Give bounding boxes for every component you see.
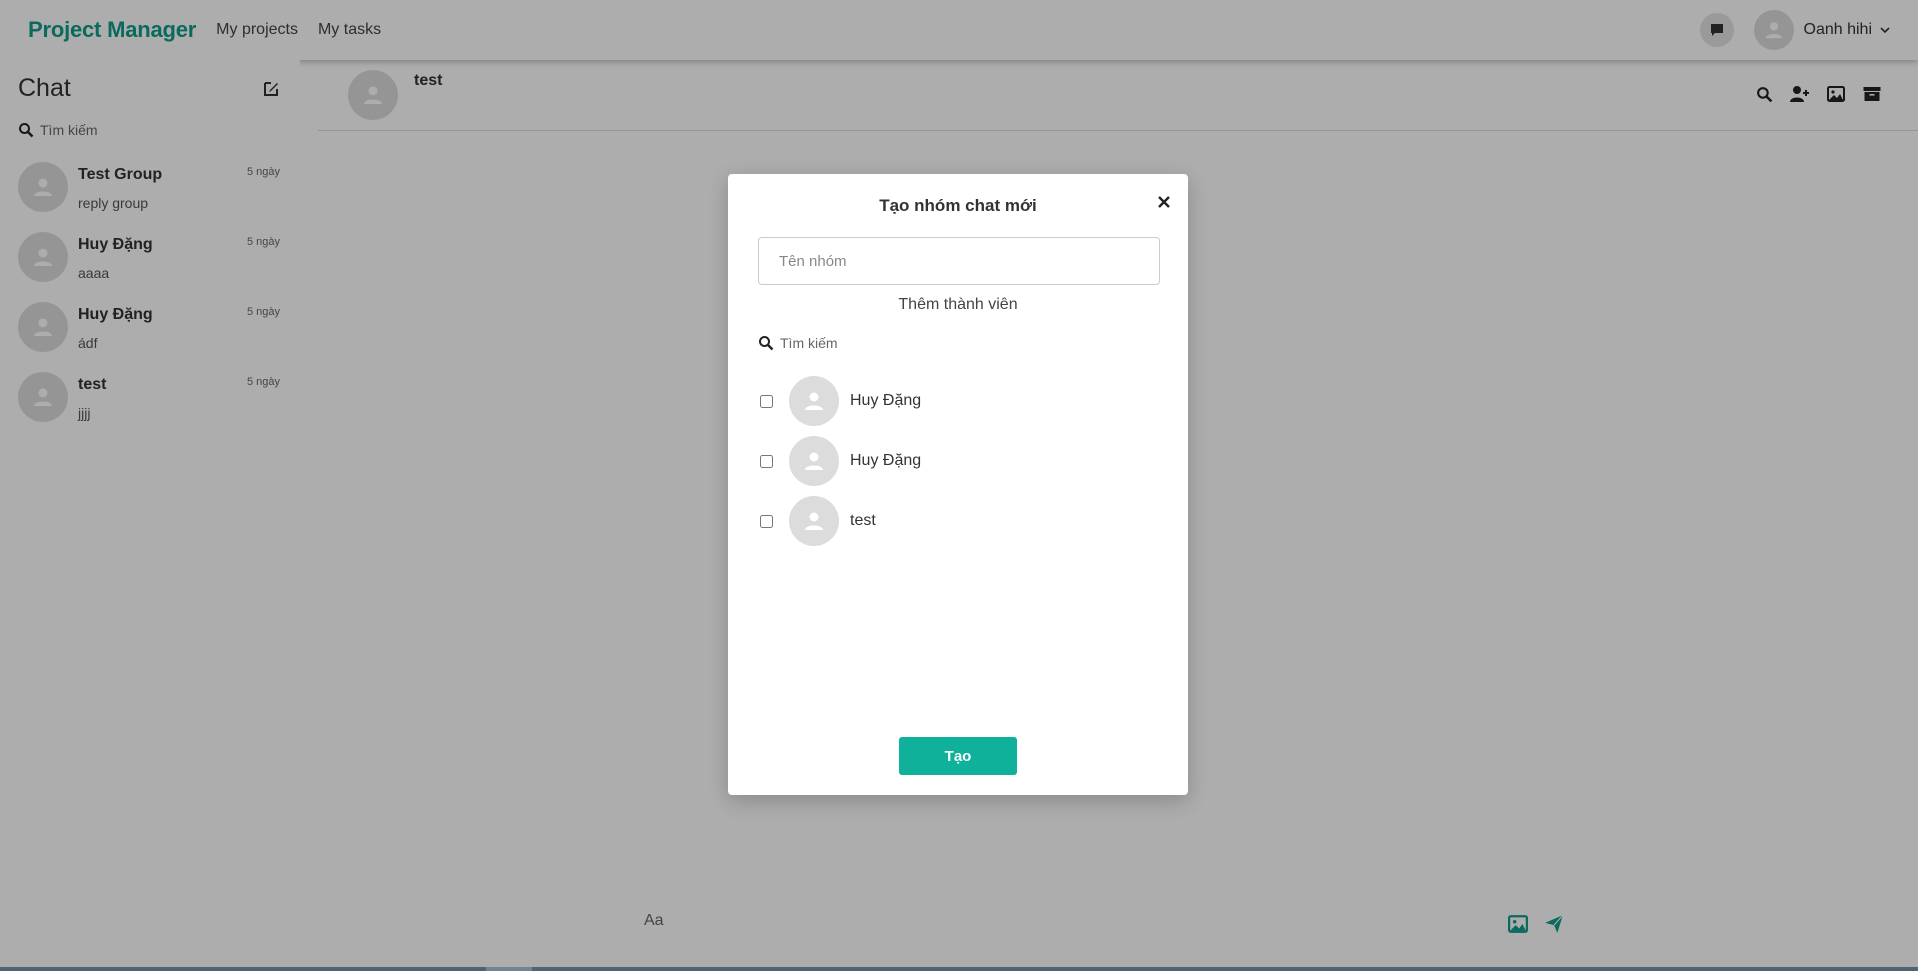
group-name-input[interactable] [758,237,1160,285]
member-name: test [850,512,876,529]
member-row: test [758,496,1158,548]
create-group-modal: Tạo nhóm chat mới Thêm thành viên Tìm ki… [728,174,1188,795]
member-checkbox[interactable] [760,515,773,528]
member-search[interactable]: Tìm kiếm [758,335,838,351]
avatar [789,496,839,546]
avatar [789,436,839,486]
member-row: Huy Đặng [758,376,1158,428]
add-members-label: Thêm thành viên [898,296,1018,313]
create-group-button[interactable]: Tạo [899,737,1017,775]
close-button[interactable] [1156,194,1172,210]
member-checkbox[interactable] [760,455,773,468]
member-row: Huy Đặng [758,436,1158,488]
user-avatar-icon [805,392,823,410]
search-icon [759,336,774,351]
user-avatar-icon [805,452,823,470]
member-name: Huy Đặng [850,452,922,469]
member-name: Huy Đặng [850,392,922,409]
modal-title: Tạo nhóm chat mới [879,196,1037,215]
bottom-strip-mark [486,967,532,971]
member-search-label: Tìm kiếm [780,335,838,351]
bottom-strip [0,967,1918,971]
avatar [789,376,839,426]
user-avatar-icon [805,512,823,530]
close-icon [1158,196,1170,208]
member-checkbox[interactable] [760,395,773,408]
